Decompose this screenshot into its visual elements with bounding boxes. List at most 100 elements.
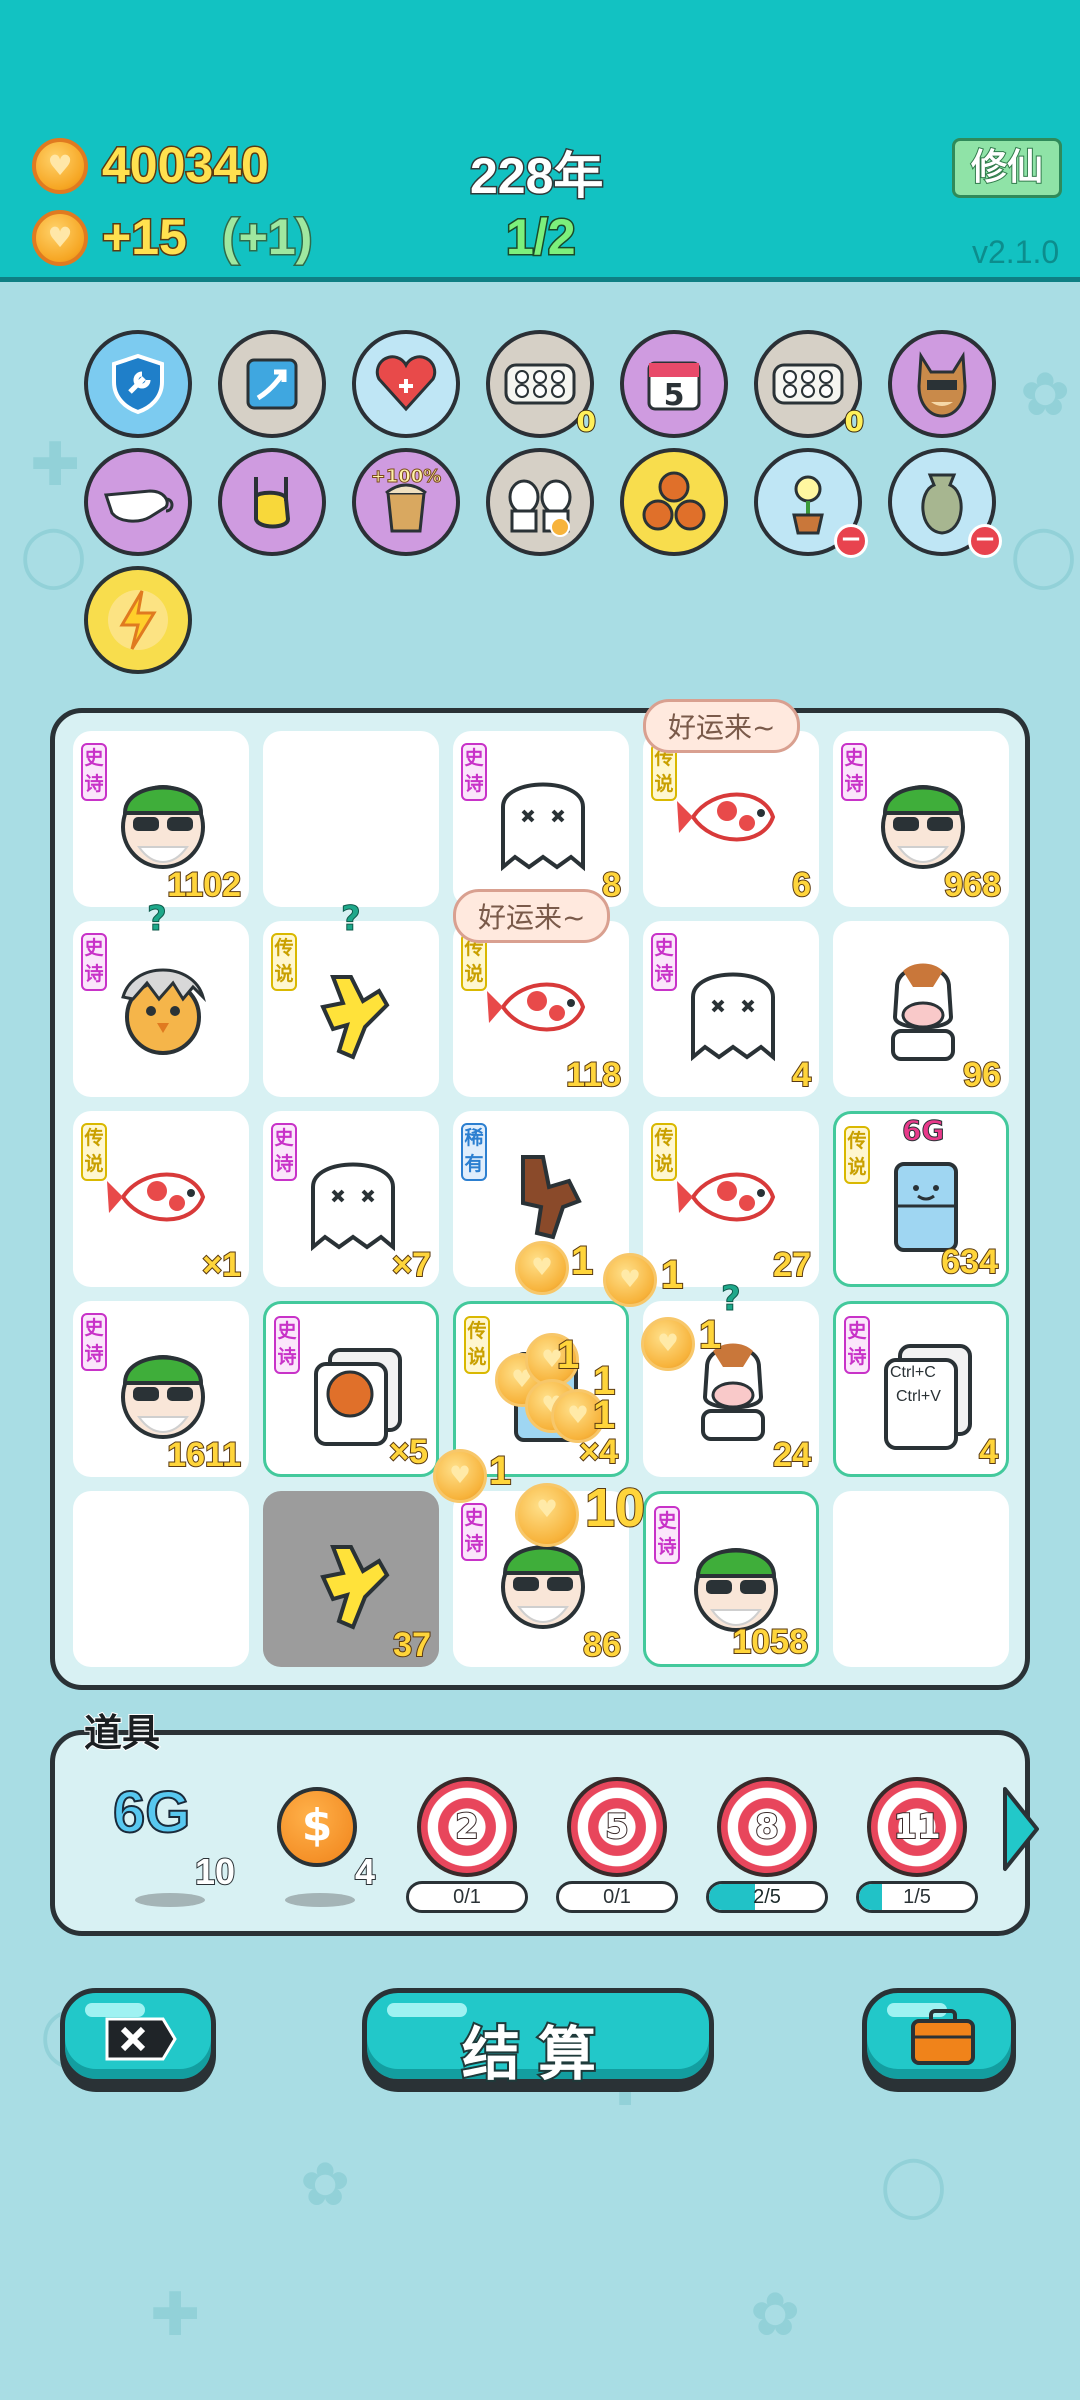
- grid-cell[interactable]: 传说 6: [643, 731, 819, 907]
- fridge-icon: [894, 1162, 958, 1252]
- skill-count-badge: 0: [843, 404, 865, 439]
- trash-bag-icon[interactable]: −: [888, 448, 1002, 558]
- progress-label: 0/1: [603, 1886, 631, 1908]
- close-icon: [105, 2017, 177, 2061]
- remove-icon[interactable]: −: [834, 524, 868, 558]
- floating-coin-icon: [641, 1317, 695, 1371]
- grid-cell[interactable]: 史诗 ?: [73, 899, 249, 1097]
- dollar-coin-icon[interactable]: $: [277, 1787, 357, 1867]
- rock-hand-icon[interactable]: [218, 448, 326, 556]
- coin-icon: [32, 210, 88, 266]
- coin-total: 400340: [101, 136, 271, 195]
- item-count: 1611: [166, 1435, 242, 1475]
- target-8-icon[interactable]: 8: [717, 1777, 817, 1877]
- question-mark-icon: ?: [341, 899, 362, 940]
- grid-cell-empty[interactable]: [73, 1491, 249, 1667]
- floating-reward: 1: [660, 1252, 684, 1298]
- grid-cell[interactable]: 史诗 ×5: [263, 1301, 439, 1477]
- twin-cows-icon[interactable]: [486, 448, 594, 556]
- gravy-boat-icon[interactable]: [84, 448, 192, 556]
- grid-cell[interactable]: 传说 ?: [263, 899, 439, 1097]
- grid-cell-empty[interactable]: [263, 731, 439, 907]
- item-count: 4: [354, 1850, 376, 1893]
- item-count: 10: [194, 1850, 236, 1893]
- chick-hair-icon: [121, 968, 206, 1055]
- items-panel: 6G 10 $ 4 2 0/1 5 0/1 8 2/5 11 1/5: [50, 1730, 1039, 1936]
- floating-reward: 1: [698, 1312, 722, 1358]
- item-count: 968: [943, 865, 1002, 905]
- koi-fish-icon: [677, 1172, 776, 1222]
- income-bonus: (+1): [220, 208, 313, 267]
- ghost-icon: [501, 782, 585, 872]
- background-plus-shape: ✚: [150, 2280, 201, 2350]
- calendar-day: 5: [663, 378, 685, 413]
- skill-count-badge: 0: [575, 404, 597, 439]
- lightning-icon[interactable]: [84, 566, 192, 674]
- item-count: 4: [791, 1055, 812, 1095]
- grid-cell[interactable]: 96: [833, 921, 1009, 1097]
- grid-cell[interactable]: 史诗 1611: [73, 1301, 249, 1477]
- basketball-card-icon: [314, 1348, 402, 1446]
- target-11-icon[interactable]: 11: [867, 1777, 967, 1877]
- question-mark-icon: ?: [721, 1279, 742, 1320]
- scroll-right-arrow-icon[interactable]: [1001, 1785, 1041, 1873]
- grid-cell[interactable]: 史诗 Ctrl+C Ctrl+V 4: [833, 1301, 1009, 1477]
- background-flower-shape: ✿: [300, 2150, 351, 2220]
- floating-coin-icon: [515, 1241, 569, 1295]
- background-plus-shape: ✚: [30, 430, 81, 500]
- sunglasses-guy-icon: [694, 1548, 778, 1632]
- item-count: 96: [962, 1055, 1002, 1095]
- grid-cell[interactable]: 史诗 1058: [643, 1491, 819, 1667]
- grid-cell-empty[interactable]: [833, 1491, 1009, 1667]
- background-ring-shape: ◯: [20, 520, 88, 590]
- background-ring-shape: ◯: [880, 2150, 948, 2220]
- koi-fish-icon: [677, 792, 776, 842]
- potted-flower-icon[interactable]: −: [754, 448, 868, 558]
- progress-label: 1/5: [903, 1886, 931, 1908]
- grid-cell[interactable]: 传说 ×1: [73, 1111, 249, 1287]
- floating-coin-icon: [603, 1253, 657, 1307]
- remove-icon[interactable]: −: [968, 524, 1002, 558]
- question-mark-icon: ?: [147, 899, 168, 940]
- item-shadow: [135, 1893, 205, 1907]
- egg-tray-icon[interactable]: 0: [754, 330, 865, 439]
- grid-cell[interactable]: 史诗 ×7: [263, 1111, 439, 1287]
- background-flower-shape: ✿: [1020, 360, 1071, 430]
- grid-cell[interactable]: 史诗 968: [833, 731, 1009, 907]
- background-ring-shape: ◯: [1010, 520, 1078, 590]
- top-status-bar: 400340 +15 (+1) 228年 1/2 修仙 v2.1.0: [0, 0, 1080, 282]
- exit-button[interactable]: [60, 1988, 216, 2084]
- grid-cell[interactable]: 史诗 1102: [73, 731, 249, 907]
- wrench-shield-icon[interactable]: [84, 330, 192, 438]
- shiba-dog-icon[interactable]: [888, 330, 996, 438]
- koi-fish-icon: [107, 1172, 206, 1222]
- pointing-hand-icon: [320, 975, 390, 1060]
- target-5-icon[interactable]: 5: [567, 1777, 667, 1877]
- briefcase-button[interactable]: [862, 1988, 1016, 2084]
- grid-cell-selected[interactable]: 37: [263, 1491, 439, 1667]
- grid-cell[interactable]: 史诗 4: [643, 921, 819, 1097]
- grid-cell[interactable]: 传说 6G 634: [833, 1111, 1009, 1287]
- item-count: 86: [582, 1625, 622, 1665]
- item-count: 1058: [731, 1622, 809, 1662]
- cultivate-button[interactable]: 修仙: [952, 138, 1062, 198]
- grid-cell[interactable]: 史诗 8: [453, 731, 629, 907]
- settle-button-label: 结算: [460, 2018, 614, 2090]
- item-grid-board: 史诗 1102 史诗 8 传说 6 史诗 968 史诗 ? 传说 ? 传说 11…: [50, 699, 1030, 1690]
- calendar-icon[interactable]: 5: [620, 330, 728, 438]
- settle-button[interactable]: 结算: [362, 1988, 714, 2090]
- item-count: ×5: [388, 1432, 429, 1472]
- item-count: 634: [940, 1242, 999, 1282]
- bubble-tea-icon[interactable]: +100%: [352, 448, 460, 556]
- bonus-percent: +100%: [370, 466, 442, 488]
- target-progress-bar: 0/1: [406, 1881, 528, 1913]
- egg-tray-icon[interactable]: 0: [486, 330, 597, 439]
- target-2-icon[interactable]: 2: [417, 1777, 517, 1877]
- floating-coin-icon: [433, 1449, 487, 1503]
- grid-cell[interactable]: 传说 118: [453, 921, 629, 1097]
- heart-plus-icon[interactable]: [352, 330, 460, 438]
- upgrade-arrow-icon[interactable]: [218, 330, 326, 438]
- 6g-item[interactable]: 6G: [112, 1779, 191, 1846]
- item-count: 6: [791, 865, 812, 905]
- basketballs-icon[interactable]: [620, 448, 728, 556]
